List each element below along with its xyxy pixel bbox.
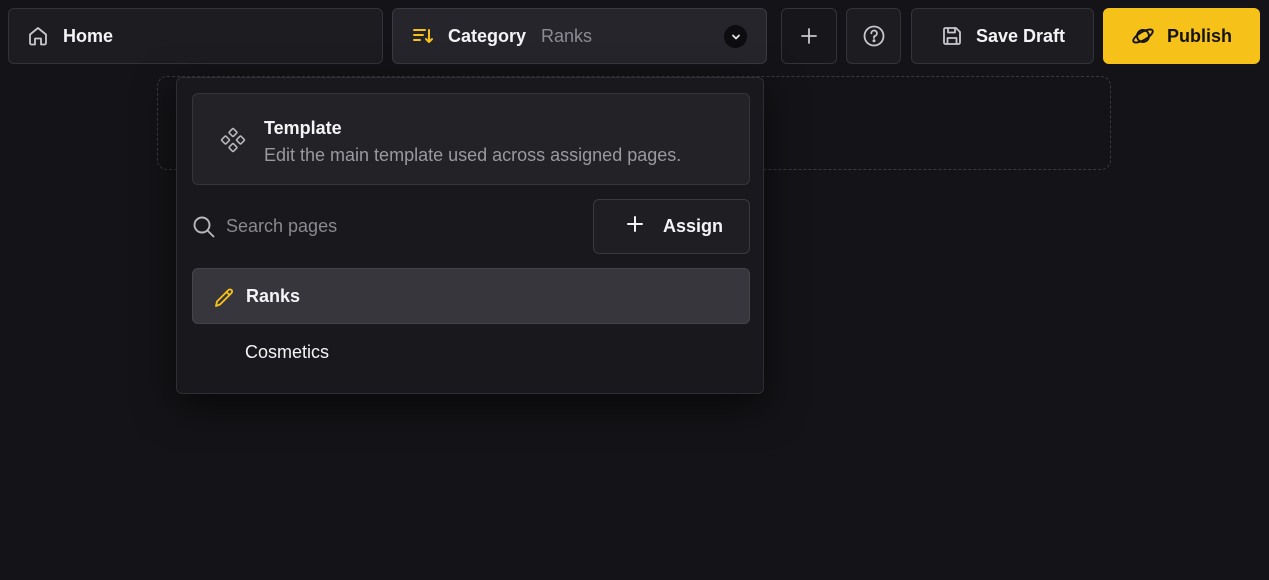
home-button[interactable]: Home (8, 8, 383, 64)
app-root: Home Category Ranks Save Draft Publish T… (0, 0, 1269, 580)
category-label: Category (448, 25, 527, 46)
page-item-label: Cosmetics (245, 341, 330, 362)
assign-button[interactable]: Assign (593, 199, 750, 254)
assign-label: Assign (663, 216, 724, 236)
chevron-down-icon[interactable] (724, 25, 747, 48)
help-button[interactable] (846, 8, 901, 64)
plus-icon (625, 214, 645, 239)
template-card[interactable]: Template Edit the main template used acr… (192, 93, 750, 185)
page-item-label: Ranks (246, 285, 301, 306)
save-draft-label: Save Draft (976, 25, 1066, 46)
sort-icon (411, 24, 435, 48)
component-icon (220, 127, 246, 158)
pencil-icon (213, 287, 235, 314)
home-label: Home (63, 25, 114, 46)
template-title: Template (264, 118, 342, 138)
category-dropdown: Template Edit the main template used acr… (176, 77, 764, 394)
floppy-disk-icon (940, 24, 964, 48)
publish-button[interactable]: Publish (1103, 8, 1260, 64)
search-icon (192, 215, 216, 244)
category-selector[interactable]: Category Ranks (392, 8, 767, 64)
template-description: Edit the main template used across assig… (264, 145, 682, 165)
add-button[interactable] (781, 8, 837, 64)
home-icon (26, 24, 50, 48)
page-item-ranks[interactable]: Ranks (192, 268, 750, 324)
plus-icon (799, 26, 819, 46)
page-item-cosmetics[interactable]: Cosmetics (192, 324, 750, 380)
category-value: Ranks (541, 25, 593, 46)
publish-label: Publish (1167, 25, 1233, 46)
planet-icon (1131, 24, 1155, 48)
help-circle-icon (862, 24, 886, 48)
search-pages-input[interactable] (226, 211, 576, 241)
save-draft-button[interactable]: Save Draft (911, 8, 1094, 64)
